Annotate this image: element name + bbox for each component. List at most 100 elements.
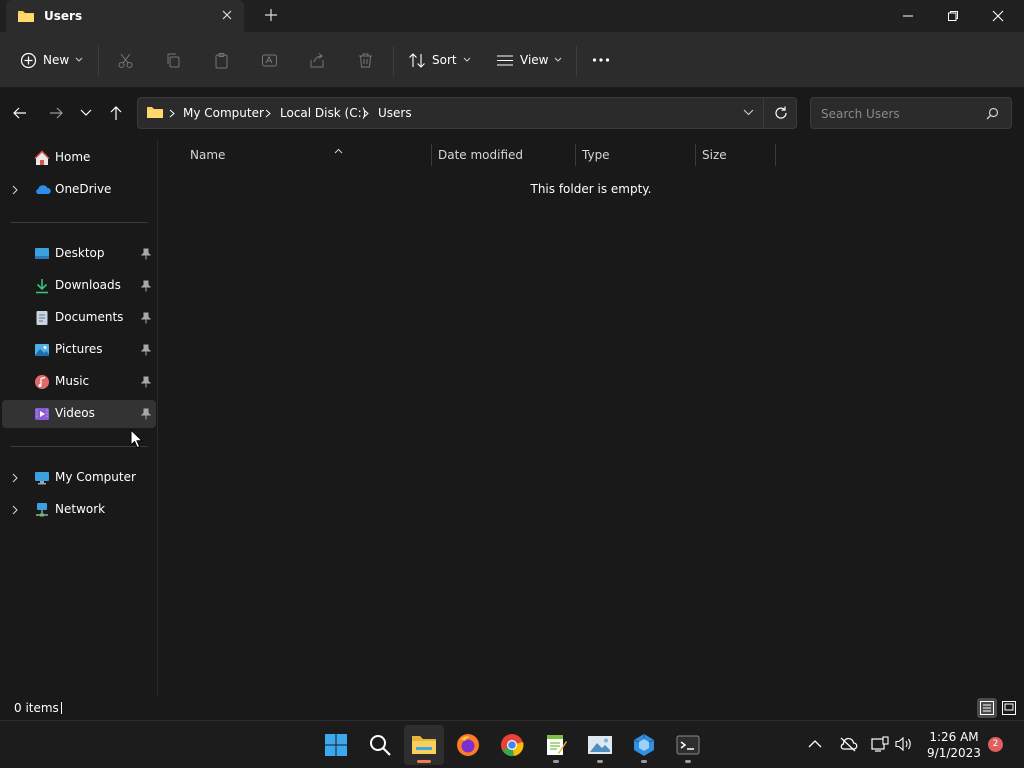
breadcrumb-users[interactable]: Users [378, 106, 412, 120]
windows-logo-icon [316, 733, 356, 757]
column-header-date-modified[interactable]: Date modified [438, 148, 574, 168]
notification-badge[interactable]: 2 [988, 737, 1003, 752]
address-history-chevron-icon[interactable] [743, 109, 754, 116]
empty-folder-message: This folder is empty. [530, 182, 652, 196]
chevron-up-icon[interactable] [808, 739, 822, 748]
network-status-icon[interactable] [871, 736, 889, 752]
forward-button[interactable] [48, 105, 64, 121]
restore-button[interactable] [938, 6, 968, 26]
column-divider[interactable] [775, 144, 776, 166]
cut-button[interactable] [117, 50, 134, 70]
title-bar: Users [0, 0, 1024, 32]
column-divider[interactable] [575, 144, 576, 166]
pin-icon[interactable] [141, 376, 151, 388]
sidebar-item-desktop[interactable]: Desktop [2, 240, 156, 268]
view-lines-icon [496, 52, 514, 69]
column-header-name[interactable]: Name [190, 148, 430, 168]
sidebar-item-music[interactable]: Music [2, 368, 156, 396]
new-label: New [43, 53, 70, 67]
tab-users[interactable]: Users [6, 0, 244, 32]
back-button[interactable] [12, 105, 28, 121]
firefox-icon [448, 733, 488, 757]
pin-icon[interactable] [141, 408, 151, 420]
sidebar-item-label: Pictures [55, 342, 103, 356]
new-button[interactable]: New [20, 50, 83, 70]
running-indicator [553, 760, 559, 763]
search-box[interactable] [810, 97, 1012, 129]
sort-arrows-icon [408, 52, 426, 69]
sidebar-item-documents[interactable]: Documents [2, 304, 156, 332]
sidebar-item-home[interactable]: Home [2, 144, 156, 172]
details-view-button[interactable] [977, 698, 997, 718]
minimize-button[interactable] [893, 6, 923, 26]
app-taskbar-button[interactable] [624, 725, 664, 765]
close-window-button[interactable] [983, 6, 1013, 26]
sidebar-item-my-computer[interactable]: My Computer [2, 464, 156, 492]
firefox-taskbar-button[interactable] [448, 725, 488, 765]
close-tab-icon[interactable] [221, 9, 233, 21]
chevron-right-icon[interactable] [12, 505, 18, 515]
chrome-taskbar-button[interactable] [492, 725, 532, 765]
column-header-type[interactable]: Type [582, 148, 694, 168]
address-bar[interactable]: My Computer Local Disk (C:) Users [137, 97, 797, 129]
sidebar-item-pictures[interactable]: Pictures [2, 336, 156, 364]
divider [10, 222, 148, 223]
start-button[interactable] [316, 725, 356, 765]
onedrive-offline-icon[interactable] [838, 736, 858, 752]
pin-icon[interactable] [141, 344, 151, 356]
share-button[interactable] [309, 50, 326, 70]
sidebar-item-downloads[interactable]: Downloads [2, 272, 156, 300]
sidebar-item-label: Home [55, 150, 91, 164]
delete-button[interactable] [357, 50, 374, 70]
new-tab-button[interactable] [264, 8, 278, 22]
pin-icon[interactable] [141, 312, 151, 324]
chrome-icon [492, 733, 532, 757]
chevron-down-icon [554, 57, 562, 63]
sort-button[interactable]: Sort [408, 50, 471, 70]
chevron-right-icon[interactable] [12, 473, 18, 483]
refresh-icon[interactable] [774, 106, 788, 120]
search-icon[interactable] [986, 107, 999, 120]
sidebar-item-network[interactable]: Network [2, 496, 156, 524]
terminal-icon [668, 733, 708, 757]
picture-icon [34, 342, 50, 358]
volume-icon[interactable] [895, 736, 913, 752]
photos-taskbar-button[interactable] [580, 725, 620, 765]
breadcrumb-local-disk[interactable]: Local Disk (C:) [280, 106, 366, 120]
notepad-plus-taskbar-button[interactable] [536, 725, 576, 765]
view-button[interactable]: View [496, 50, 562, 70]
recent-locations-button[interactable] [80, 109, 92, 117]
file-explorer-taskbar-button[interactable] [404, 725, 444, 765]
folder-icon [404, 733, 444, 757]
chevron-down-icon [75, 57, 83, 63]
more-options-button[interactable] [592, 50, 610, 70]
paste-button[interactable] [213, 50, 230, 70]
up-button[interactable] [108, 105, 124, 121]
document-icon [34, 310, 50, 326]
system-clock[interactable]: 1:26 AM 9/1/2023 [922, 729, 986, 761]
column-divider[interactable] [431, 144, 432, 166]
breadcrumb-my-computer[interactable]: My Computer [183, 106, 264, 120]
column-divider[interactable] [695, 144, 696, 166]
copy-button[interactable] [165, 50, 182, 70]
plus-circle-icon [20, 52, 37, 69]
computer-icon [34, 470, 50, 486]
chevron-right-icon[interactable] [12, 185, 18, 195]
file-list[interactable]: Name Date modified Type Size This folder… [158, 140, 1024, 696]
sidebar-item-videos[interactable]: Videos [2, 400, 156, 428]
pin-icon[interactable] [141, 248, 151, 260]
search-input[interactable] [819, 104, 983, 124]
large-icons-view-button[interactable] [999, 698, 1019, 718]
search-taskbar-button[interactable] [360, 725, 400, 765]
status-bar: 0 items [0, 696, 1024, 720]
terminal-taskbar-button[interactable] [668, 725, 708, 765]
share-icon [309, 52, 326, 69]
sidebar-item-label: OneDrive [55, 182, 112, 196]
pin-icon[interactable] [141, 280, 151, 292]
rename-button[interactable] [261, 50, 278, 70]
item-count: 0 items [14, 701, 59, 715]
column-header-size[interactable]: Size [702, 148, 774, 168]
text-caret [61, 702, 62, 714]
active-indicator [417, 760, 431, 763]
sidebar-item-onedrive[interactable]: OneDrive [2, 176, 156, 204]
